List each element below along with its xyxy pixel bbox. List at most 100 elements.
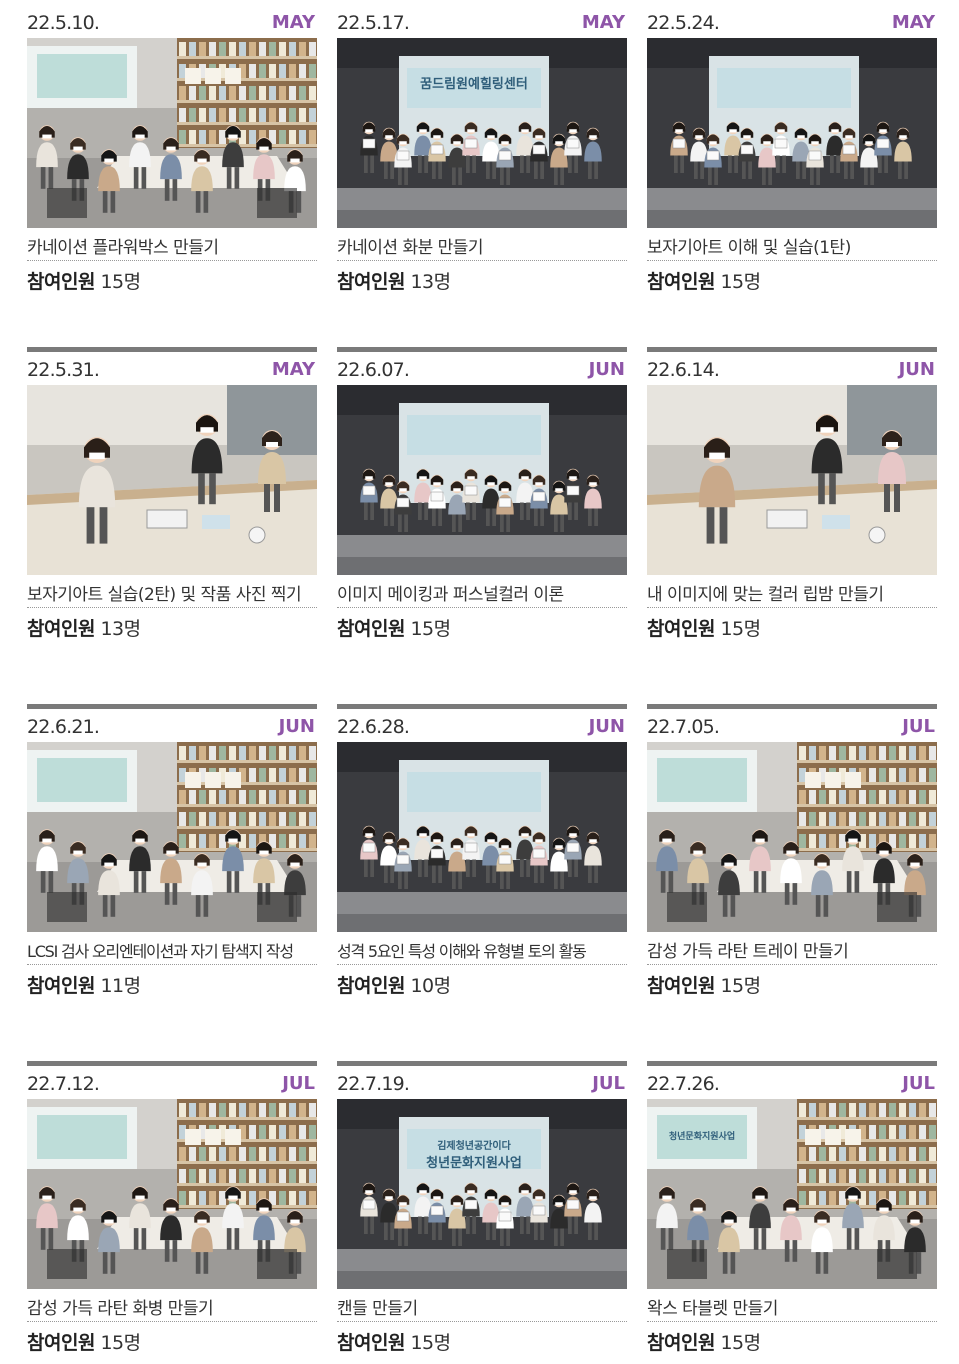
card-header: 22.7.19. JUL — [337, 1066, 627, 1099]
participant-value: 15명 — [720, 1332, 761, 1354]
session-month: MAY — [271, 12, 315, 33]
card-header: 22.7.12. JUL — [27, 1066, 317, 1099]
session-photo: 김제청년공간이다청년문화지원사업 — [337, 1099, 627, 1289]
participant-value: 13명 — [410, 271, 451, 293]
participant-label: 참여인원 — [337, 1332, 405, 1354]
session-month: JUN — [588, 716, 625, 737]
session-date: 22.6.07. — [337, 359, 410, 381]
participant-count: 참여인원 13명 — [337, 267, 627, 294]
session-photo — [647, 742, 937, 932]
session-month: MAY — [271, 359, 315, 380]
session-title: 보자기아트 이해 및 실습(1탄) — [647, 228, 937, 261]
participant-label: 참여인원 — [27, 1332, 95, 1354]
session-month: JUL — [282, 1073, 315, 1094]
participant-count: 참여인원 11명 — [27, 971, 317, 998]
session-date: 22.7.26. — [647, 1073, 720, 1095]
session-title: 보자기아트 실습(2탄) 및 작품 사진 찍기 — [27, 575, 317, 608]
card-header: 22.6.21. JUN — [27, 709, 317, 742]
participant-label: 참여인원 — [647, 618, 715, 640]
card-header: 22.5.17. MAY — [337, 5, 627, 38]
session-photo — [27, 1099, 317, 1289]
session-title: 성격 5요인 특성 이해와 유형별 토의 활동 — [337, 932, 627, 965]
session-title: 이미지 메이킹과 퍼스널컬러 이론 — [337, 575, 627, 608]
card-header: 22.7.26. JUL — [647, 1066, 937, 1099]
session-title: 내 이미지에 맞는 컬러 립밤 만들기 — [647, 575, 937, 608]
participant-value: 11명 — [100, 975, 141, 997]
session-card: 22.6.28. JUN 성격 5요인 특성 이해와 유형별 토의 활동참여인원 1… — [337, 704, 627, 998]
session-title: 감성 가득 라탄 화병 만들기 — [27, 1289, 317, 1322]
participant-value: 15명 — [410, 618, 451, 640]
session-date: 22.7.19. — [337, 1073, 410, 1095]
session-card: 22.5.10. MAY 카네이션 플라워박스 만들기 참여인원 15명 — [27, 0, 317, 294]
participant-label: 참여인원 — [647, 1332, 715, 1354]
screen-text: 청년문화지원사업 — [426, 1155, 522, 1171]
participant-count: 참여인원 15명 — [27, 1328, 317, 1355]
card-header: 22.7.05. JUL — [647, 709, 937, 742]
participant-count: 참여인원 15명 — [647, 267, 937, 294]
session-date: 22.7.12. — [27, 1073, 100, 1095]
participant-count: 참여인원 15명 — [337, 614, 627, 641]
screen-text: 꿈드림원예힐링센터 — [420, 76, 528, 92]
session-photo — [337, 742, 627, 932]
session-date: 22.7.05. — [647, 716, 720, 738]
session-date: 22.6.21. — [27, 716, 100, 738]
card-header: 22.5.24. MAY — [647, 5, 937, 38]
participant-count: 참여인원 15명 — [647, 614, 937, 641]
session-card: 22.6.21. JUN LCSI 검사 오리엔테이션과 자기 탐색지 작성참여인원… — [27, 704, 317, 998]
participant-label: 참여인원 — [337, 271, 405, 293]
card-header: 22.6.28. JUN — [337, 709, 627, 742]
session-title: 캔들 만들기 — [337, 1289, 627, 1322]
participant-count: 참여인원 13명 — [27, 614, 317, 641]
session-date: 22.5.31. — [27, 359, 100, 381]
session-card: 22.7.19. JUL 김제청년공간이다 청년문화지원사업 캔들 만들기 참여인원 15… — [337, 1061, 627, 1355]
participant-label: 참여인원 — [337, 975, 405, 997]
session-date: 22.5.10. — [27, 12, 100, 34]
session-title: LCSI 검사 오리엔테이션과 자기 탐색지 작성 — [27, 932, 317, 965]
session-title: 카네이션 화분 만들기 — [337, 228, 627, 261]
screen-text: 김제청년공간이다 — [437, 1139, 511, 1152]
card-header: 22.6.14. JUN — [647, 352, 937, 385]
session-photo — [27, 742, 317, 932]
participant-count: 참여인원 10명 — [337, 971, 627, 998]
session-date: 22.6.14. — [647, 359, 720, 381]
session-month: MAY — [891, 12, 935, 33]
session-month: MAY — [581, 12, 625, 33]
card-header: 22.5.31. MAY — [27, 352, 317, 385]
session-photo — [27, 38, 317, 228]
participant-value: 15명 — [720, 975, 761, 997]
session-card: 22.5.31. MAY 보자기아트 실습(2탄) 및 작품 사진 찍기참여인원 1… — [27, 347, 317, 641]
participant-count: 참여인원 15명 — [27, 267, 317, 294]
session-card: 22.6.14. JUN 내 이미지에 맞는 컬러 립밤 만들기참여인원 15명 — [647, 347, 937, 641]
participant-value: 13명 — [100, 618, 141, 640]
participant-value: 15명 — [100, 271, 141, 293]
participant-count: 참여인원 15명 — [647, 971, 937, 998]
participant-label: 참여인원 — [27, 271, 95, 293]
session-title: 감성 가득 라탄 트레이 만들기 — [647, 932, 937, 965]
session-date: 22.5.24. — [647, 12, 720, 34]
session-card: 22.7.05. JUL 감성 가득 라탄 트레이 만들기참여인원 15명 — [647, 704, 937, 998]
participant-count: 참여인원 15명 — [647, 1328, 937, 1355]
session-month: JUN — [898, 359, 935, 380]
session-month: JUL — [902, 1073, 935, 1094]
session-card: 22.7.12. JUL 감성 가득 라탄 화병 만들기참여인원 15명 — [27, 1061, 317, 1355]
participant-label: 참여인원 — [27, 618, 95, 640]
card-header: 22.5.10. MAY — [27, 5, 317, 38]
session-card: 22.5.17. MAY 꿈드림원예힐링센터카네이션 화분 만들기참여인원 13명 — [337, 0, 627, 294]
session-month: JUL — [592, 1073, 625, 1094]
session-month: JUN — [278, 716, 315, 737]
participant-label: 참여인원 — [647, 271, 715, 293]
participant-value: 15명 — [100, 1332, 141, 1354]
card-header: 22.6.07. JUN — [337, 352, 627, 385]
session-photo — [27, 385, 317, 575]
session-card: 22.7.26. JUL 청년문화지원사업왁스 타블렛 만들기참여인원 15명 — [647, 1061, 937, 1355]
session-title: 왁스 타블렛 만들기 — [647, 1289, 937, 1322]
session-month: JUL — [902, 716, 935, 737]
participant-label: 참여인원 — [647, 975, 715, 997]
screen-text: 청년문화지원사업 — [669, 1130, 735, 1142]
session-date: 22.5.17. — [337, 12, 410, 34]
session-photo: 꿈드림원예힐링센터 — [337, 38, 627, 228]
participant-value: 10명 — [410, 975, 451, 997]
session-photo — [337, 385, 627, 575]
session-date: 22.6.28. — [337, 716, 410, 738]
session-photo — [647, 38, 937, 228]
